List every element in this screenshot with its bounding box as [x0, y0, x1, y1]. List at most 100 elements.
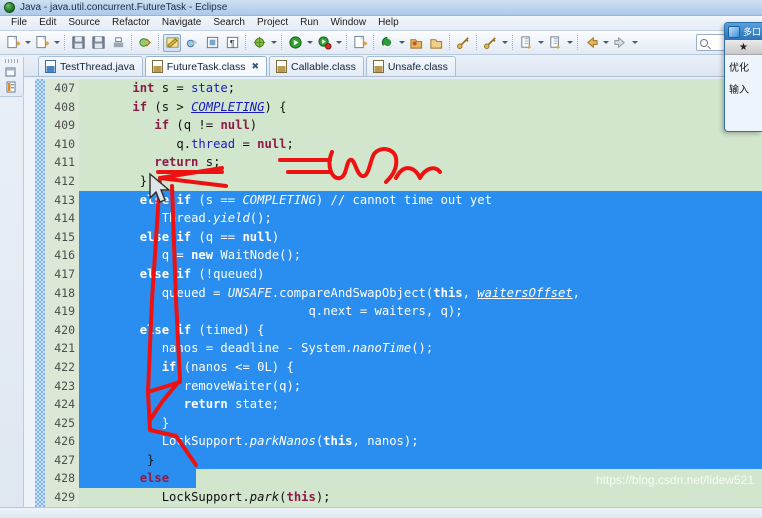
code-line[interactable]: q = new WaitNode();	[79, 246, 762, 265]
back-button[interactable]	[582, 34, 600, 52]
code-line[interactable]: q.next = waiters, q);	[79, 302, 762, 321]
chevron-down-icon[interactable]	[269, 34, 278, 52]
new-java-project-button[interactable]	[351, 34, 369, 52]
tab-unsafe-class[interactable]: Unsafe.class	[365, 56, 456, 76]
code-token: queued =	[161, 285, 228, 300]
code-line[interactable]: return s;	[79, 153, 762, 172]
open-folder-button[interactable]	[427, 34, 445, 52]
chevron-down-icon[interactable]	[334, 34, 343, 52]
menu-item-refactor[interactable]: Refactor	[106, 16, 156, 30]
editor-folding-strip[interactable]	[35, 79, 45, 507]
menu-item-search[interactable]: Search	[207, 16, 251, 30]
debug-button[interactable]	[250, 34, 268, 52]
line-number: 407	[54, 81, 75, 95]
line-number: 409	[54, 118, 75, 133]
tab-testthread-java[interactable]: TestThread.java	[38, 56, 143, 76]
code-line[interactable]: if (nanos <= 0L) {	[79, 357, 762, 377]
search-key-button[interactable]	[454, 34, 472, 52]
pilcrow-button[interactable]: ¶	[223, 34, 241, 52]
close-icon[interactable]: ✖	[252, 61, 260, 72]
build-all-button[interactable]	[136, 34, 154, 52]
next-annotation-button[interactable]	[517, 34, 535, 52]
popup-toolbar[interactable]: ★	[725, 40, 762, 55]
coverage-button[interactable]	[315, 34, 333, 52]
code-line[interactable]: else	[79, 469, 762, 489]
previous-annotation-button[interactable]	[546, 34, 564, 52]
code-editor[interactable]: 407 408 409 410 411 412 413 414 415 416 417 418 419 4…	[24, 79, 762, 507]
menu-item-edit[interactable]: Edit	[33, 16, 62, 30]
menu-item-navigate[interactable]: Navigate	[156, 16, 207, 30]
code-token: WaitNode();	[213, 248, 302, 263]
skip-all-breakpoints-button[interactable]	[183, 34, 201, 52]
menu-item-file[interactable]: File	[5, 16, 33, 30]
code-token: waitersOffset	[477, 285, 573, 300]
new-java-package-button[interactable]	[33, 34, 51, 52]
code-line[interactable]: nanos = deadline - System.nanoTime();	[79, 339, 762, 358]
tab-callable-class[interactable]: Callable.class	[269, 56, 364, 76]
code-line[interactable]: else if (s == COMPLETING) // cannot time…	[79, 190, 762, 210]
code-line[interactable]: if (s > COMPLETING) {	[79, 98, 762, 117]
menu-item-window[interactable]: Window	[324, 16, 372, 30]
code-token: (timed) {	[191, 322, 265, 337]
menu-item-project[interactable]: Project	[251, 16, 294, 30]
popup-row-input[interactable]: 输入	[725, 77, 762, 99]
code-line[interactable]: LockSupport.park(this);	[79, 488, 762, 507]
code-line[interactable]: else if (!queued)	[79, 264, 762, 284]
code-line[interactable]: removeWaiter(q);	[79, 376, 762, 396]
chevron-down-icon[interactable]	[601, 34, 610, 52]
open-type-button[interactable]	[203, 34, 221, 52]
chevron-down-icon[interactable]	[52, 34, 61, 52]
forward-button[interactable]	[611, 34, 629, 52]
code-line[interactable]: queued = UNSAFE.compareAndSwapObject(thi…	[79, 283, 762, 303]
package-explorer-icon[interactable]	[5, 81, 18, 93]
code-line[interactable]: }	[79, 413, 762, 433]
star-icon[interactable]: ★	[739, 42, 748, 53]
new-wizard-icon	[6, 35, 20, 49]
editor-marker-column[interactable]	[24, 79, 35, 507]
chevron-down-icon[interactable]	[305, 34, 314, 52]
print-button[interactable]	[109, 34, 127, 52]
external-tools-button[interactable]	[378, 34, 396, 52]
menu-item-run[interactable]: Run	[294, 16, 324, 30]
code-line[interactable]: return state;	[79, 395, 762, 414]
code-token: // cannot time out yet	[330, 192, 492, 207]
code-line[interactable]: else if (timed) {	[79, 320, 762, 340]
code-line[interactable]: Thread.yield();	[79, 209, 762, 228]
new-wizard-button[interactable]	[4, 34, 22, 52]
chevron-down-icon[interactable]	[500, 34, 509, 52]
toolbar-separator	[346, 35, 347, 50]
code-line[interactable]: if (q != null)	[79, 116, 762, 135]
code-token: return	[154, 155, 199, 170]
annotation-key-button[interactable]	[481, 34, 499, 52]
highlight-marker-button[interactable]	[163, 33, 181, 52]
tab-futuretask-class[interactable]: FutureTask.class ✖	[144, 56, 268, 76]
chevron-down-icon[interactable]	[630, 34, 639, 52]
menu-item-help[interactable]: Help	[372, 16, 405, 30]
collapsed-view-stack[interactable]	[0, 57, 24, 97]
view-stack-grip[interactable]	[4, 59, 19, 63]
chevron-down-icon[interactable]	[23, 34, 32, 52]
restore-view-icon[interactable]	[5, 66, 18, 78]
ime-popup-window[interactable]: 多口 ★ 优化 输入	[724, 22, 762, 132]
line-number: 424	[54, 397, 75, 412]
run-button[interactable]	[286, 34, 304, 52]
code-line[interactable]: int s = state;	[79, 79, 762, 98]
code-line[interactable]: else if (q == null)	[79, 227, 762, 247]
code-token: , nanos);	[352, 434, 419, 449]
chevron-down-icon[interactable]	[565, 34, 574, 52]
menu-item-source[interactable]: Source	[62, 16, 106, 30]
save-all-button[interactable]	[89, 34, 107, 52]
code-line[interactable]: LockSupport.parkNanos(this, nanos);	[79, 432, 762, 451]
chevron-down-icon[interactable]	[397, 34, 406, 52]
open-perspective-button[interactable]	[407, 34, 425, 52]
code-text-area[interactable]: int s = state; if (s > COMPLETING) { if …	[79, 79, 762, 507]
save-button[interactable]	[69, 34, 87, 52]
code-line[interactable]: }	[79, 172, 762, 191]
code-line[interactable]: q.thread = null;	[79, 135, 762, 154]
popup-row-optimize[interactable]: 优化	[725, 55, 762, 77]
code-line[interactable]: }	[79, 450, 762, 470]
chevron-down-icon[interactable]	[536, 34, 545, 52]
